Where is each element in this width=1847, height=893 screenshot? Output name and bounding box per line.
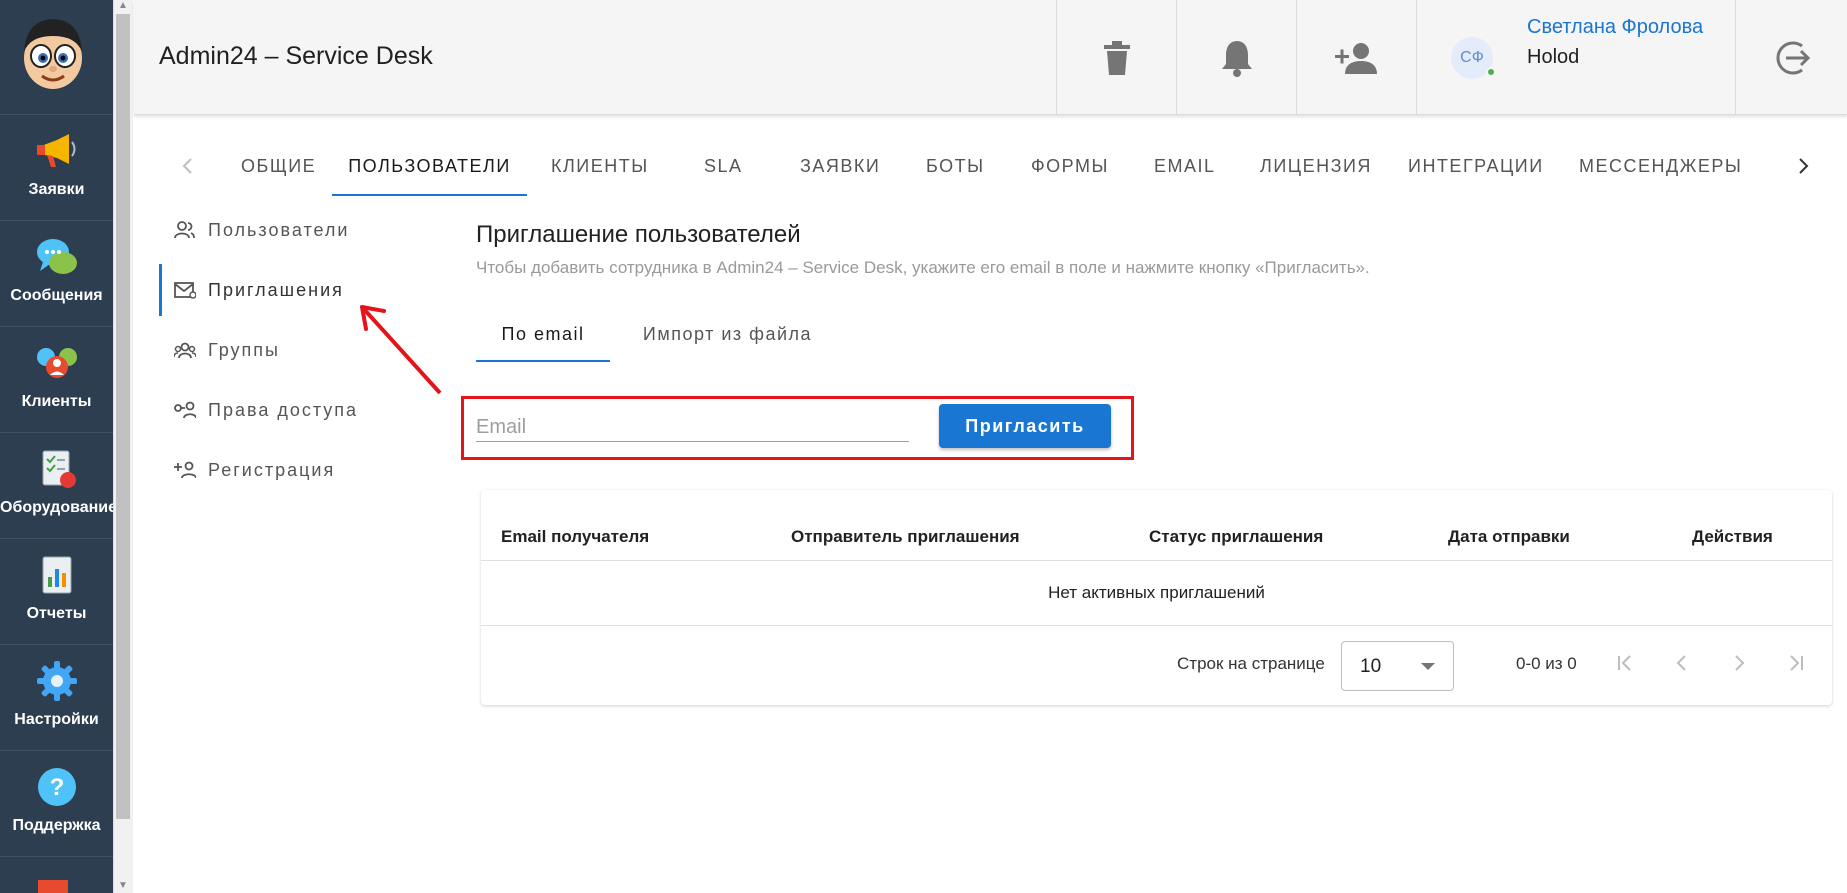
tab-license[interactable]: Лицензия — [1260, 140, 1372, 196]
rows-per-page-select[interactable]: 10 — [1341, 641, 1454, 691]
invitations-table: Email получателя Отправитель приглашения… — [481, 490, 1832, 705]
subnav-item-label: Регистрация — [208, 459, 336, 480]
column-header-sent-date[interactable]: Дата отправки — [1448, 527, 1570, 547]
sidebar-item-equipment[interactable]: Оборудование — [0, 432, 118, 538]
help-icon: ? — [37, 768, 76, 806]
page-subtitle: Чтобы добавить сотрудника в Admin24 – Se… — [476, 258, 1370, 277]
table-empty-message: Нет активных приглашений — [1048, 583, 1265, 602]
pagination-info: 0-0 из 0 — [1516, 654, 1577, 673]
sidebar-item-requests[interactable]: Заявки — [0, 114, 113, 220]
sidebar-divider — [0, 856, 113, 857]
chat-bubbles-icon — [36, 239, 77, 274]
sidebar-item-support[interactable]: ? Поддержка — [0, 750, 113, 856]
subnav-item-registration[interactable]: Регистрация — [159, 444, 419, 496]
sidebar-item-messages[interactable]: Сообщения — [0, 220, 113, 326]
tab-users[interactable]: Пользователи — [332, 140, 527, 196]
top-header: Admin24 – Service Desk СФ Светлана Фроло… — [134, 0, 1847, 115]
column-header-status[interactable]: Статус приглашения — [1149, 527, 1323, 547]
app-title: Admin24 – Service Desk — [159, 42, 433, 70]
sidebar-item-reports[interactable]: Отчеты — [0, 538, 113, 644]
sidebar-item-label: Заявки — [28, 181, 85, 198]
trash-button[interactable] — [1056, 0, 1176, 115]
sidebar-item-label: Сообщения — [10, 287, 103, 304]
tab-bots[interactable]: Боты — [926, 140, 985, 196]
sidebar-item-label: Отчеты — [26, 605, 87, 622]
tab-requests[interactable]: Заявки — [800, 140, 880, 196]
tab-email[interactable]: Email — [1154, 140, 1216, 196]
column-header-sender[interactable]: Отправитель приглашения — [791, 527, 1020, 547]
equipment-icon — [42, 450, 76, 488]
user-organization: Holod — [1527, 46, 1580, 68]
mail-icon — [174, 282, 196, 299]
tab-import-from-file[interactable]: Импорт из файла — [630, 308, 825, 362]
email-input[interactable] — [476, 414, 909, 442]
tab-integrations[interactable]: Интеграции — [1408, 140, 1544, 196]
settings-tabs: Общие Пользователи Клиенты SLA Заявки Бо… — [164, 140, 1832, 196]
rows-per-page-label: Строк на странице — [1177, 654, 1325, 673]
next-page-icon[interactable] — [1726, 650, 1752, 676]
trash-icon — [1103, 40, 1130, 75]
sidebar-item-settings[interactable]: Настройки — [0, 644, 113, 750]
column-header-actions: Действия — [1692, 527, 1773, 546]
tab-sla[interactable]: SLA — [704, 140, 743, 196]
tab-messengers[interactable]: Мессенджеры — [1579, 140, 1742, 196]
logout-button[interactable] — [1735, 0, 1847, 115]
sidebar-item-label: Настройки — [14, 711, 99, 728]
online-status-dot — [1486, 67, 1496, 77]
add-user-icon — [1334, 42, 1377, 74]
user-name[interactable]: Светлана Фролова — [1527, 16, 1703, 39]
subnav-item-label: Права доступа — [208, 399, 359, 420]
scroll-down-arrow[interactable]: ▼ — [117, 880, 129, 891]
subnav-item-label: Группы — [208, 339, 280, 360]
table-footer-divider — [481, 625, 1832, 626]
report-icon — [42, 556, 71, 594]
register-user-icon — [174, 461, 196, 479]
add-user-button[interactable] — [1296, 0, 1416, 115]
svg-text:?: ? — [49, 774, 64, 801]
tab-forms[interactable]: Формы — [1031, 140, 1109, 196]
subnav-item-users[interactable]: Пользователи — [159, 204, 419, 256]
invite-button[interactable]: Пригласить — [939, 404, 1111, 448]
sidebar-item-clients[interactable]: Клиенты — [0, 326, 113, 432]
notifications-button[interactable] — [1176, 0, 1296, 115]
logout-icon — [1776, 41, 1810, 74]
column-header-recipient-email[interactable]: Email получателя — [501, 527, 649, 547]
tab-general[interactable]: Общие — [241, 140, 316, 196]
clients-icon — [36, 348, 77, 378]
dropdown-caret-icon — [1421, 663, 1435, 670]
annotation-arrow — [360, 305, 442, 395]
groups-icon — [174, 342, 196, 359]
sidebar-scroll-thumb[interactable] — [116, 14, 130, 819]
page-title: Приглашение пользователей — [476, 221, 801, 248]
users-icon — [174, 221, 195, 239]
sidebar-item-label: Оборудование — [0, 499, 118, 516]
scroll-up-arrow[interactable]: ▲ — [117, 0, 129, 11]
bell-icon — [1221, 40, 1252, 77]
user-profile[interactable]: СФ Светлана Фролова Holod — [1416, 0, 1738, 115]
app-logo — [24, 19, 82, 89]
subnav-item-label: Приглашения — [208, 279, 344, 300]
sidebar-next-item-icon — [38, 880, 68, 893]
table-header-divider — [481, 560, 1832, 561]
last-page-icon[interactable] — [1783, 650, 1809, 676]
subnav-item-label: Пользователи — [208, 219, 350, 240]
sidebar-item-label: Клиенты — [21, 393, 92, 410]
first-page-icon[interactable] — [1612, 650, 1638, 676]
megaphone-icon — [36, 134, 75, 167]
tab-by-email[interactable]: По email — [476, 308, 610, 362]
tabs-next-icon[interactable] — [1791, 154, 1815, 178]
main-sidebar: Заявки Сообщения Клиенты Оборудование От… — [0, 0, 118, 893]
gear-icon — [36, 661, 77, 701]
tabs-prev-icon[interactable] — [176, 154, 200, 178]
rows-per-page-value: 10 — [1360, 656, 1382, 677]
access-rights-icon — [174, 401, 196, 419]
tab-clients[interactable]: Клиенты — [551, 140, 649, 196]
sidebar-item-label: Поддержка — [12, 817, 101, 834]
prev-page-icon[interactable] — [1669, 650, 1695, 676]
